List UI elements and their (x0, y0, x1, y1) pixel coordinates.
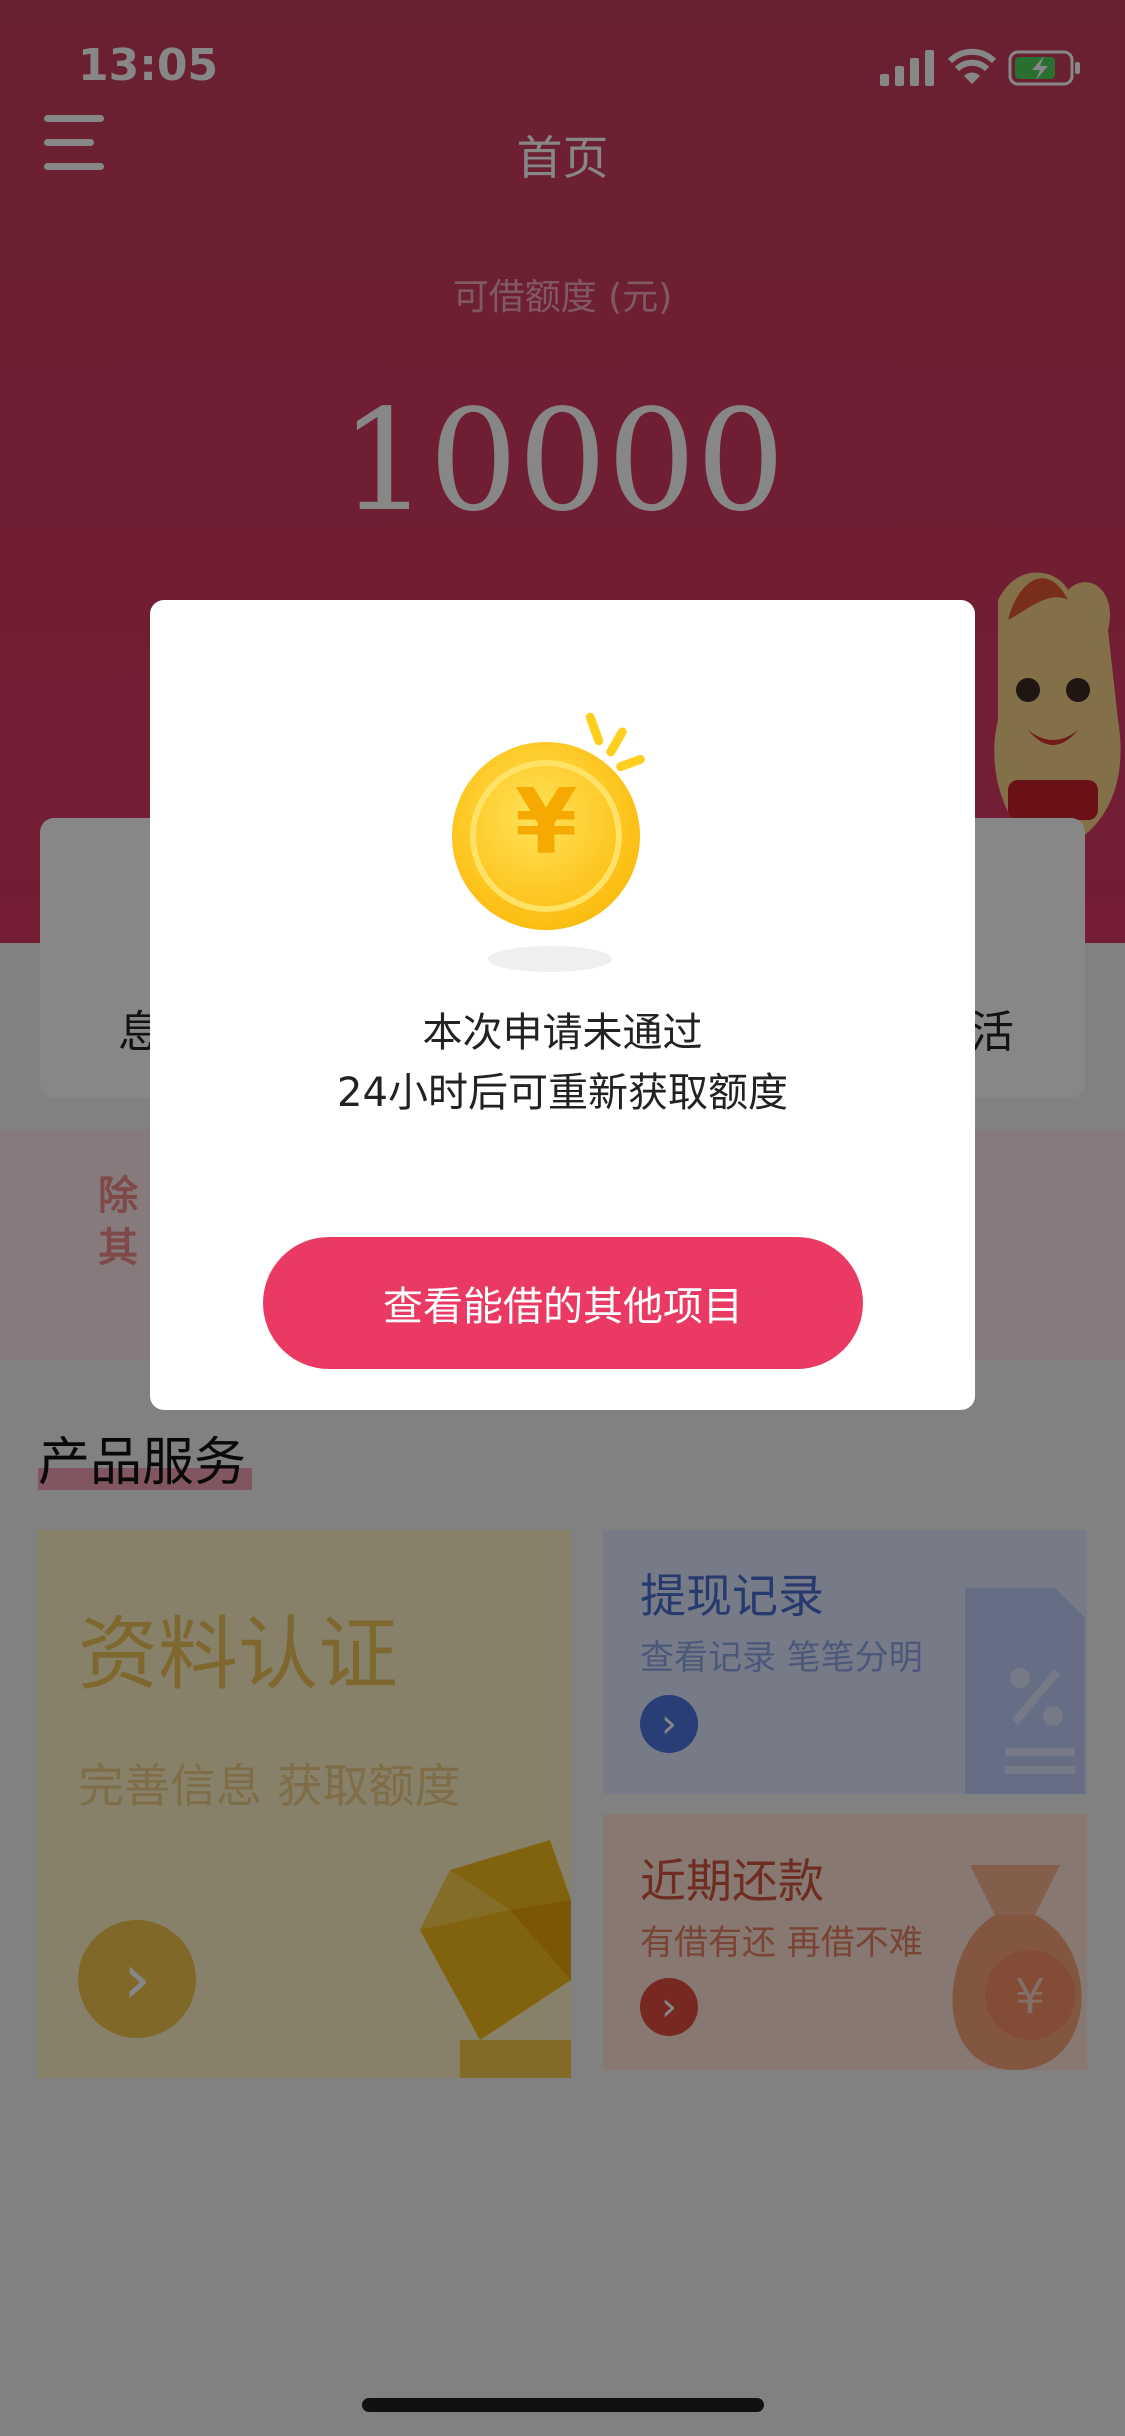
coin-yen-symbol: ¥ (514, 770, 578, 875)
home-indicator[interactable] (362, 2398, 764, 2412)
view-other-products-button[interactable]: 查看能借的其他项目 (263, 1237, 863, 1369)
dialog-message-line2: 24小时后可重新获取额度 (337, 1070, 788, 1116)
coin-shadow (488, 946, 612, 972)
dialog-message-line1: 本次申请未通过 (422, 1010, 703, 1056)
